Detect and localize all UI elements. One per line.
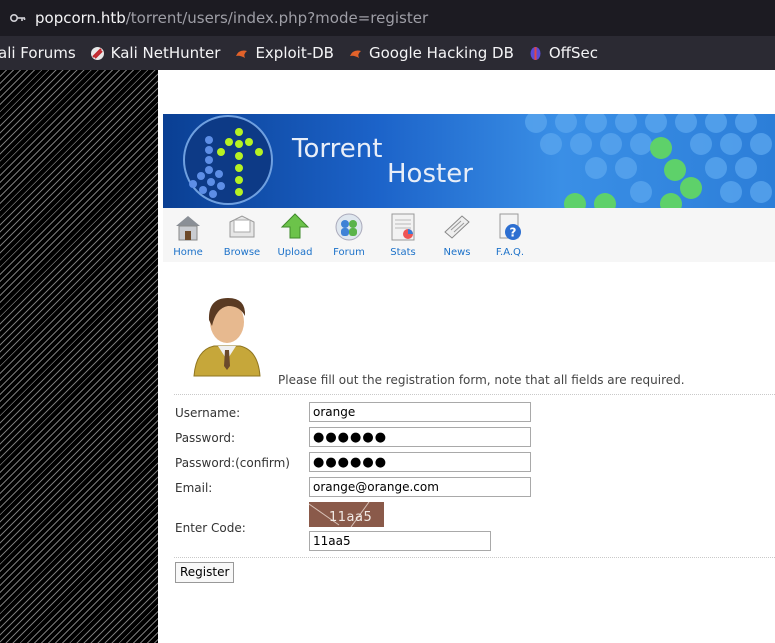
nav-label: Browse — [223, 247, 261, 258]
site-banner: Torrent Hoster — [163, 114, 775, 208]
bookmark-label: ali Forums — [0, 44, 76, 62]
nav-item-forum[interactable]: Forum — [326, 212, 372, 258]
upload-icon — [280, 213, 310, 239]
code-field[interactable]: 11aa5 — [309, 531, 491, 551]
svg-text:?: ? — [510, 226, 517, 240]
email-field[interactable]: orange@orange.com — [309, 477, 531, 497]
nav-bar: Home Browse Upload Forum Stats News ? F.… — [163, 208, 775, 262]
stats-icon — [391, 213, 415, 241]
forum-icon — [335, 213, 363, 241]
nav-item-faq[interactable]: ? F.A.Q. — [487, 212, 533, 258]
offsec-icon — [530, 46, 541, 60]
code-label: Enter Code: — [175, 521, 246, 535]
nav-label: Home — [173, 247, 203, 258]
nav-item-news[interactable]: News — [434, 212, 480, 258]
nav-item-stats[interactable]: Stats — [380, 212, 426, 258]
password-label: Password: — [175, 431, 236, 445]
email-label: Email: — [175, 481, 213, 495]
bookmarks-toolbar: ali Forums Kali NetHunter Exploit-DB Goo… — [0, 36, 775, 70]
bookmark-kali-forums[interactable]: ali Forums — [0, 44, 76, 62]
password-confirm-field[interactable]: ●●●●●● — [309, 452, 531, 472]
exploit-db-icon — [236, 50, 248, 58]
news-icon — [444, 215, 470, 239]
password-field[interactable]: ●●●●●● — [309, 427, 531, 447]
form-instructions: Please fill out the registration form, n… — [278, 373, 685, 387]
nav-item-browse[interactable]: Browse — [219, 212, 265, 258]
kali-nethunter-icon — [90, 46, 104, 60]
nav-label: Upload — [277, 247, 313, 258]
url-path: /torrent/users/index.php?mode=register — [125, 9, 429, 27]
bookmark-label: Exploit-DB — [255, 44, 334, 62]
bookmark-label: Google Hacking DB — [368, 44, 514, 62]
nav-label: News — [443, 247, 471, 258]
nav-item-home[interactable]: Home — [165, 212, 211, 258]
home-icon — [176, 216, 200, 241]
bookmark-kali-nethunter[interactable]: Kali NetHunter — [90, 44, 221, 62]
banner-title-line1: Torrent — [292, 134, 383, 164]
key-icon — [9, 14, 26, 23]
striped-background — [0, 70, 158, 643]
browse-icon — [229, 215, 255, 238]
bookmark-ghdb[interactable]: Google Hacking DB — [348, 44, 514, 62]
faq-icon: ? — [499, 213, 521, 240]
banner-title-line2: Hoster — [387, 159, 473, 189]
url-bar[interactable]: popcorn.htb/torrent/users/index.php?mode… — [0, 0, 775, 36]
username-label: Username: — [175, 406, 241, 420]
captcha-text: 11aa5 — [329, 510, 373, 525]
divider — [174, 557, 775, 558]
page-content: Torrent Hoster Home Browse Upload Forum … — [158, 70, 775, 643]
nav-item-upload[interactable]: Upload — [272, 212, 318, 258]
ghdb-icon — [349, 50, 361, 58]
register-button[interactable]: Register — [175, 562, 235, 583]
nav-label: Stats — [390, 247, 416, 258]
url-text[interactable]: popcorn.htb/torrent/users/index.php?mode… — [35, 9, 428, 27]
username-field[interactable]: orange — [309, 402, 531, 422]
bookmark-label: OffSec — [548, 44, 598, 62]
bookmark-label: Kali NetHunter — [110, 44, 221, 62]
url-host: popcorn.htb — [35, 9, 126, 27]
page-viewport: Torrent Hoster Home Browse Upload Forum … — [0, 70, 775, 643]
captcha-image: 11aa5 — [309, 502, 384, 527]
bookmark-offsec[interactable]: OffSec — [528, 44, 598, 62]
password-confirm-label: Password:(confirm) — [175, 456, 290, 470]
bookmark-exploit-db[interactable]: Exploit-DB — [234, 44, 334, 62]
divider — [174, 394, 775, 395]
nav-label: F.A.Q. — [495, 247, 525, 258]
nav-label: Forum — [333, 247, 365, 258]
user-avatar-icon — [193, 298, 261, 377]
